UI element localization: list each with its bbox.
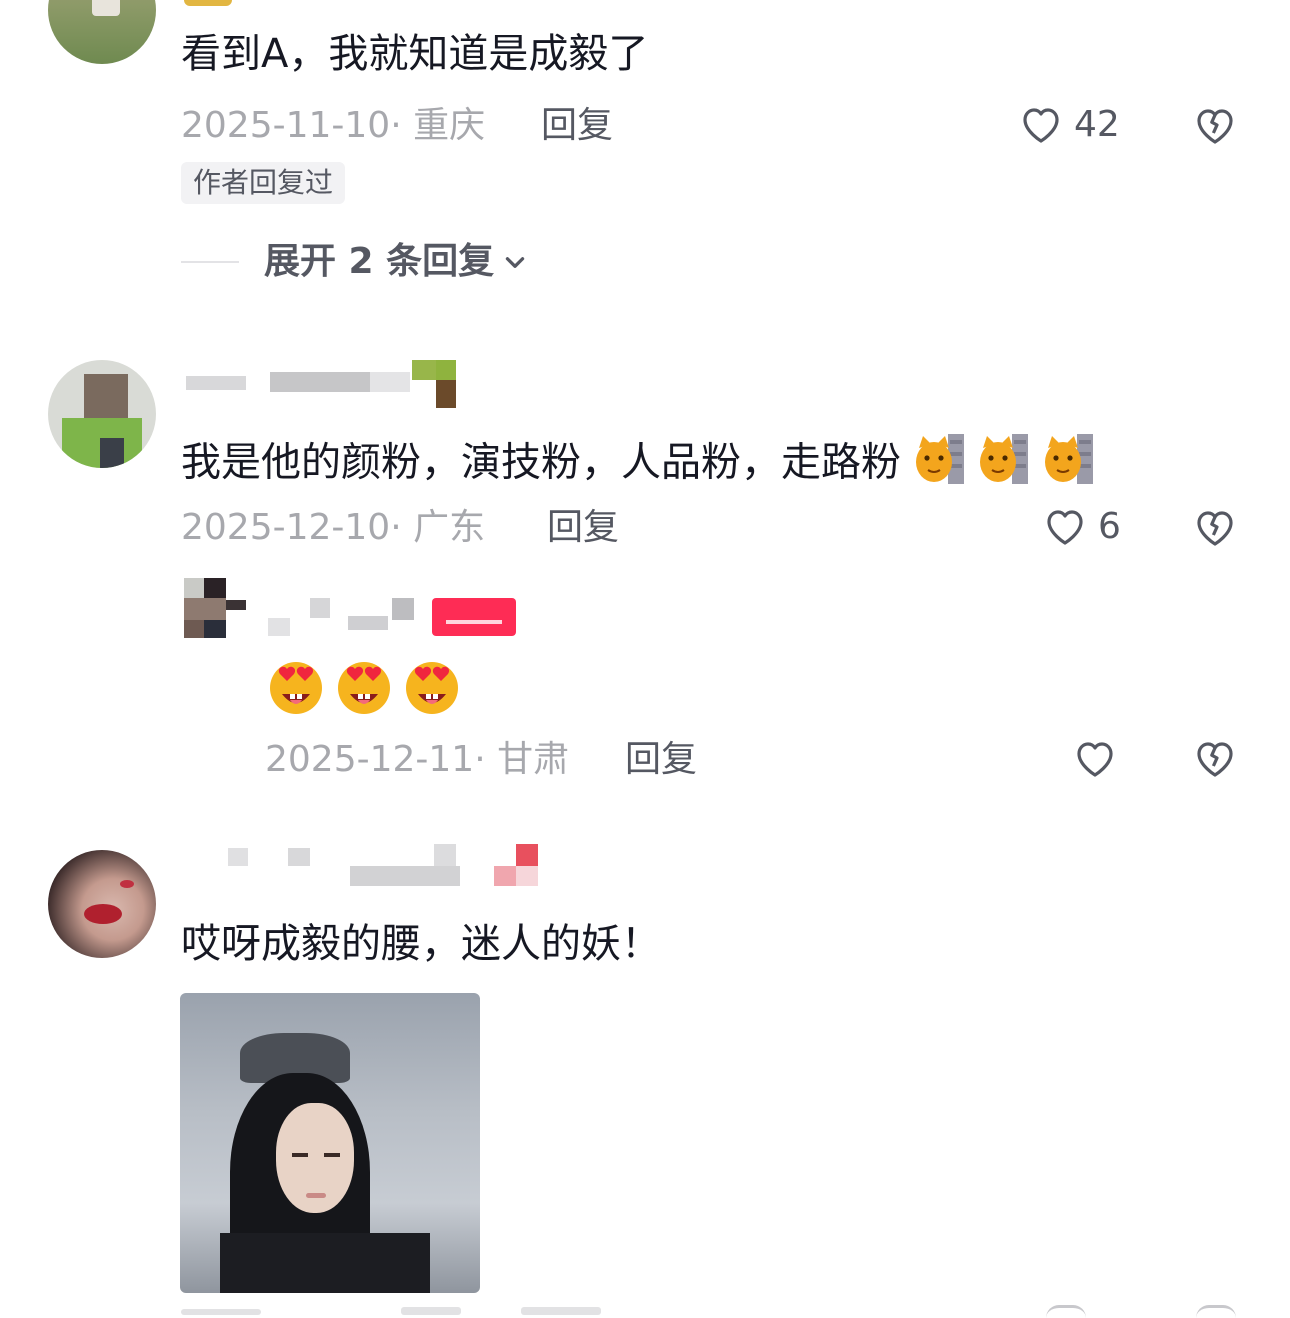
heart-outline-icon[interactable]: [1046, 1305, 1086, 1318]
username-redacted: [186, 360, 456, 408]
cat-face-emoji: [914, 430, 966, 499]
heart-outline-icon[interactable]: [1070, 734, 1120, 782]
cat-face-emoji: [1043, 430, 1095, 499]
badge-icon: [184, 0, 232, 6]
username-redacted: [210, 844, 540, 888]
comment-date: 2025-12-10· 广东: [181, 507, 486, 548]
divider: [181, 261, 239, 263]
heart-eyes-emoji: [406, 662, 458, 714]
heart-outline-icon: [1047, 510, 1083, 545]
author-badge: [432, 598, 516, 636]
heart-eyes-emoji: [338, 662, 390, 714]
username-redacted: [268, 598, 418, 638]
like-count: 6: [1098, 505, 1121, 547]
author-replied-tag: 作者回复过: [181, 162, 346, 204]
avatar[interactable]: [48, 0, 156, 64]
reply-button[interactable]: 回复: [547, 506, 619, 550]
heart-eyes-emoji: [270, 662, 322, 714]
like-count: 42: [1074, 103, 1120, 145]
chevron-down-icon: [505, 257, 525, 268]
comment-text: 看到A，我就知道是成毅了: [181, 31, 649, 77]
heart-outline-icon: [1023, 108, 1059, 143]
comment-text: 哎呀成毅的腰，迷人的妖！: [181, 921, 661, 967]
expand-label: 展开 2 条回复: [264, 241, 495, 282]
reply-button[interactable]: 回复: [625, 738, 697, 782]
reply-emoji-row: [266, 656, 462, 716]
cat-face-emoji: [978, 430, 1030, 499]
comment-image[interactable]: [180, 993, 480, 1293]
broken-heart-icon[interactable]: [1196, 1305, 1236, 1318]
broken-heart-icon[interactable]: [1190, 101, 1240, 149]
avatar[interactable]: [184, 578, 248, 638]
expand-replies-button[interactable]: 展开 2 条回复: [264, 238, 528, 286]
comment-text: 我是他的颜粉，演技粉，人品粉，走路粉: [181, 430, 1095, 499]
broken-heart-icon[interactable]: [1190, 734, 1240, 782]
avatar[interactable]: [48, 360, 156, 468]
comment-date: 2025-12-11· 甘肃: [265, 739, 570, 780]
broken-heart-icon[interactable]: [1190, 503, 1240, 551]
next-comment-meta-partial: [181, 1303, 621, 1315]
like-button[interactable]: 6: [1040, 502, 1121, 550]
like-button[interactable]: 42: [1016, 100, 1120, 148]
reply-button[interactable]: 回复: [541, 104, 613, 148]
comment-date: 2025-11-10· 重庆: [181, 105, 486, 146]
avatar[interactable]: [48, 850, 156, 958]
